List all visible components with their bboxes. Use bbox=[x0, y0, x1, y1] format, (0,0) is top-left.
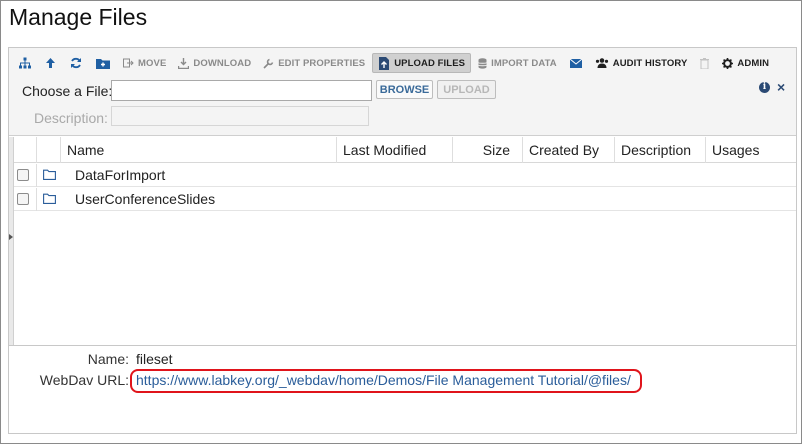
new-folder-icon[interactable] bbox=[90, 53, 116, 73]
edit-properties-button[interactable]: EDIT PROPERTIES bbox=[258, 53, 370, 73]
audit-history-button[interactable]: AUDIT HISTORY bbox=[590, 53, 693, 73]
arrow-up-icon[interactable] bbox=[39, 53, 62, 73]
grid-header: Name Last Modified Size Created By Descr… bbox=[14, 137, 796, 163]
users-icon bbox=[595, 58, 608, 68]
folder-icon bbox=[43, 169, 56, 180]
column-header-usages[interactable]: Usages bbox=[705, 137, 796, 163]
column-divider bbox=[36, 188, 37, 211]
folder-icon bbox=[43, 193, 56, 204]
envelope-icon[interactable] bbox=[564, 53, 588, 73]
info-icon[interactable]: i bbox=[759, 82, 770, 93]
column-divider bbox=[36, 164, 37, 187]
column-header-last-modified[interactable]: Last Modified bbox=[336, 137, 452, 163]
close-icon[interactable]: × bbox=[777, 79, 785, 95]
row-checkbox[interactable] bbox=[17, 169, 29, 181]
gear-icon bbox=[722, 57, 734, 69]
import-data-button[interactable]: IMPORT DATA bbox=[473, 53, 562, 73]
choose-file-label: Choose a File: bbox=[22, 83, 113, 99]
details-panel: Name: fileset WebDav URL: https://www.la… bbox=[9, 345, 796, 433]
admin-button[interactable]: ADMIN bbox=[717, 53, 774, 73]
name-label: Name: bbox=[87, 351, 129, 367]
file-name[interactable]: UserConferenceSlides bbox=[75, 188, 215, 211]
sitemap-icon[interactable] bbox=[13, 53, 37, 73]
move-icon bbox=[123, 58, 134, 68]
table-row[interactable]: DataForImport bbox=[14, 164, 796, 187]
column-header-size[interactable]: Size bbox=[452, 137, 522, 163]
refresh-icon[interactable] bbox=[64, 53, 88, 73]
expand-arrow-icon[interactable] bbox=[9, 234, 13, 240]
trash-icon[interactable] bbox=[694, 53, 715, 73]
table-row[interactable]: UserConferenceSlides bbox=[14, 188, 796, 211]
webdav-url-label: WebDav URL: bbox=[39, 372, 129, 388]
file-path-input[interactable] bbox=[111, 80, 372, 101]
upload-files-button[interactable]: UPLOAD FILES bbox=[372, 53, 472, 73]
upload-button[interactable]: UPLOAD bbox=[437, 80, 496, 99]
description-input[interactable] bbox=[111, 106, 369, 126]
wrench-icon bbox=[263, 58, 274, 69]
column-divider bbox=[36, 137, 37, 163]
toolbar: MOVE DOWNLOAD EDIT PROPERTIES UPLOAD FIL… bbox=[9, 48, 796, 78]
download-icon bbox=[178, 57, 190, 69]
description-label: Description: bbox=[34, 110, 108, 126]
column-header-created-by[interactable]: Created By bbox=[522, 137, 614, 163]
row-checkbox[interactable] bbox=[17, 193, 29, 205]
move-button[interactable]: MOVE bbox=[118, 53, 171, 73]
browse-button[interactable]: BROWSE bbox=[376, 80, 433, 99]
file-grid: Name Last Modified Size Created By Descr… bbox=[9, 137, 796, 345]
file-browser-panel: MOVE DOWNLOAD EDIT PROPERTIES UPLOAD FIL… bbox=[8, 47, 797, 434]
database-icon bbox=[478, 57, 488, 69]
column-header-description[interactable]: Description bbox=[614, 137, 705, 163]
file-name[interactable]: DataForImport bbox=[75, 164, 165, 187]
webdav-url-highlight bbox=[130, 369, 642, 393]
upload-form: Choose a File: BROWSE UPLOAD Description… bbox=[9, 78, 796, 136]
upload-file-icon bbox=[379, 56, 390, 70]
download-button[interactable]: DOWNLOAD bbox=[173, 53, 256, 73]
column-header-name[interactable]: Name bbox=[60, 137, 336, 163]
page-title: Manage Files bbox=[9, 4, 148, 30]
name-value: fileset bbox=[136, 351, 173, 367]
